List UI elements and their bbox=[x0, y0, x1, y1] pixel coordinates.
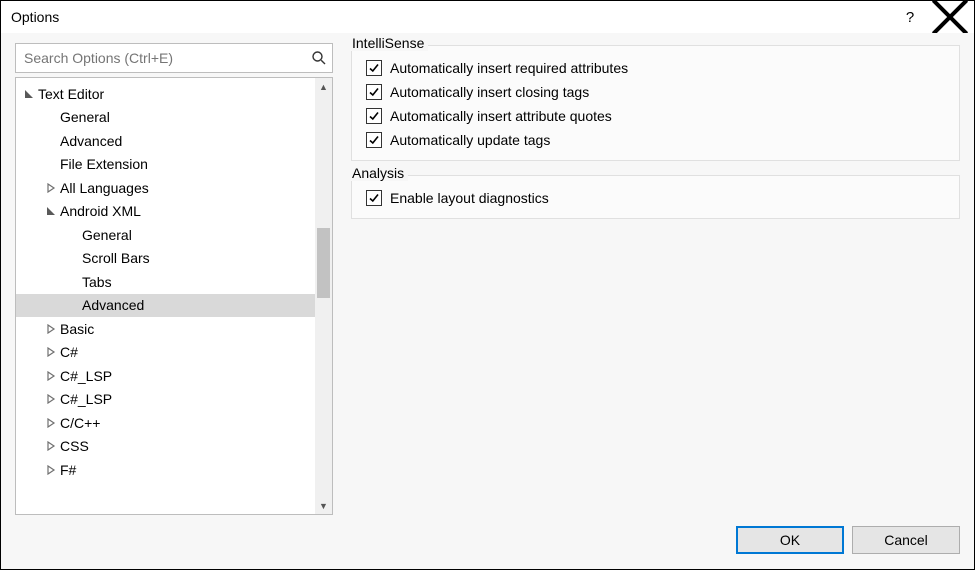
tree-item-general[interactable]: General bbox=[16, 223, 315, 247]
tree-item-basic[interactable]: Basic bbox=[16, 317, 315, 341]
search-input[interactable] bbox=[15, 43, 333, 73]
tree-item-general[interactable]: General bbox=[16, 106, 315, 130]
tree-item-c[interactable]: C# bbox=[16, 341, 315, 365]
tree-item-label: File Extension bbox=[60, 156, 148, 172]
chevron-expanded-icon[interactable] bbox=[22, 89, 36, 99]
tree-item-label: General bbox=[82, 227, 132, 243]
chevron-collapsed-icon[interactable] bbox=[44, 418, 58, 428]
tree-item-c-lsp[interactable]: C#_LSP bbox=[16, 364, 315, 388]
tree-item-label: Advanced bbox=[60, 133, 122, 149]
scroll-down-icon[interactable]: ▼ bbox=[315, 497, 332, 514]
tree-item-scroll-bars[interactable]: Scroll Bars bbox=[16, 247, 315, 271]
checkbox-row-automatically-insert-closing-tags[interactable]: Automatically insert closing tags bbox=[366, 84, 945, 100]
checkbox-row-enable-layout-diagnostics[interactable]: Enable layout diagnostics bbox=[366, 190, 945, 206]
right-panel: IntelliSense Automatically insert requir… bbox=[351, 43, 960, 515]
dialog-footer: OK Cancel bbox=[15, 515, 960, 555]
checkbox[interactable] bbox=[366, 84, 382, 100]
tree-item-label: Android XML bbox=[60, 203, 141, 219]
tree-item-label: Basic bbox=[60, 321, 94, 337]
checkbox[interactable] bbox=[366, 190, 382, 206]
scroll-thumb[interactable] bbox=[317, 228, 330, 298]
tree-item-c-c[interactable]: C/C++ bbox=[16, 411, 315, 435]
checkbox[interactable] bbox=[366, 132, 382, 148]
chevron-expanded-icon[interactable] bbox=[44, 206, 58, 216]
scroll-up-icon[interactable]: ▲ bbox=[315, 78, 332, 95]
intellisense-group-label: IntelliSense bbox=[350, 35, 428, 51]
titlebar: Options ? bbox=[1, 1, 974, 33]
tree-item-label: Scroll Bars bbox=[82, 250, 150, 266]
tree-item-tabs[interactable]: Tabs bbox=[16, 270, 315, 294]
cancel-button[interactable]: Cancel bbox=[852, 526, 960, 554]
tree-item-css[interactable]: CSS bbox=[16, 435, 315, 459]
tree-item-f[interactable]: F# bbox=[16, 458, 315, 482]
checkbox-row-automatically-insert-attribute-quotes[interactable]: Automatically insert attribute quotes bbox=[366, 108, 945, 124]
checkbox-row-automatically-update-tags[interactable]: Automatically update tags bbox=[366, 132, 945, 148]
left-panel: Text Editor General Advanced File Extension… bbox=[15, 43, 333, 515]
tree-item-label: C/C++ bbox=[60, 415, 100, 431]
ok-button[interactable]: OK bbox=[736, 526, 844, 554]
chevron-collapsed-icon[interactable] bbox=[44, 324, 58, 334]
window-title: Options bbox=[11, 9, 890, 25]
tree-item-label: All Languages bbox=[60, 180, 149, 196]
options-tree: Text Editor General Advanced File Extension… bbox=[15, 77, 333, 515]
checkbox-row-automatically-insert-required-attributes[interactable]: Automatically insert required attributes bbox=[366, 60, 945, 76]
tree-item-label: Text Editor bbox=[38, 86, 104, 102]
tree-item-label: General bbox=[60, 109, 110, 125]
checkbox-label: Enable layout diagnostics bbox=[390, 190, 549, 206]
tree-item-label: C# bbox=[60, 344, 78, 360]
checkbox-label: Automatically insert required attributes bbox=[390, 60, 628, 76]
chevron-collapsed-icon[interactable] bbox=[44, 394, 58, 404]
chevron-collapsed-icon[interactable] bbox=[44, 183, 58, 193]
tree-item-label: CSS bbox=[60, 438, 89, 454]
search-icon[interactable] bbox=[311, 50, 327, 66]
checkbox-label: Automatically insert closing tags bbox=[390, 84, 589, 100]
help-icon[interactable]: ? bbox=[890, 3, 930, 31]
tree-item-advanced[interactable]: Advanced bbox=[16, 129, 315, 153]
analysis-group-label: Analysis bbox=[350, 165, 408, 181]
tree-item-label: Tabs bbox=[82, 274, 112, 290]
chevron-collapsed-icon[interactable] bbox=[44, 371, 58, 381]
search-wrap bbox=[15, 43, 333, 73]
tree-item-text-editor[interactable]: Text Editor bbox=[16, 82, 315, 106]
tree-item-label: C#_LSP bbox=[60, 391, 112, 407]
close-icon[interactable] bbox=[930, 3, 970, 31]
tree-scrollbar[interactable]: ▲ ▼ bbox=[315, 78, 332, 514]
chevron-collapsed-icon[interactable] bbox=[44, 465, 58, 475]
tree-item-label: Advanced bbox=[82, 297, 144, 313]
dialog-body: Text Editor General Advanced File Extension… bbox=[1, 33, 974, 569]
tree-item-label: C#_LSP bbox=[60, 368, 112, 384]
tree-item-label: F# bbox=[60, 462, 76, 478]
checkbox-label: Automatically insert attribute quotes bbox=[390, 108, 612, 124]
tree-item-c-lsp[interactable]: C#_LSP bbox=[16, 388, 315, 412]
chevron-collapsed-icon[interactable] bbox=[44, 441, 58, 451]
tree-item-advanced[interactable]: Advanced bbox=[16, 294, 315, 318]
checkbox-label: Automatically update tags bbox=[390, 132, 550, 148]
checkbox[interactable] bbox=[366, 60, 382, 76]
tree-item-file-extension[interactable]: File Extension bbox=[16, 153, 315, 177]
tree-item-android-xml[interactable]: Android XML bbox=[16, 200, 315, 224]
analysis-group: Analysis Enable layout diagnostics bbox=[351, 175, 960, 219]
tree-item-all-languages[interactable]: All Languages bbox=[16, 176, 315, 200]
intellisense-group: IntelliSense Automatically insert requir… bbox=[351, 45, 960, 161]
chevron-collapsed-icon[interactable] bbox=[44, 347, 58, 357]
checkbox[interactable] bbox=[366, 108, 382, 124]
